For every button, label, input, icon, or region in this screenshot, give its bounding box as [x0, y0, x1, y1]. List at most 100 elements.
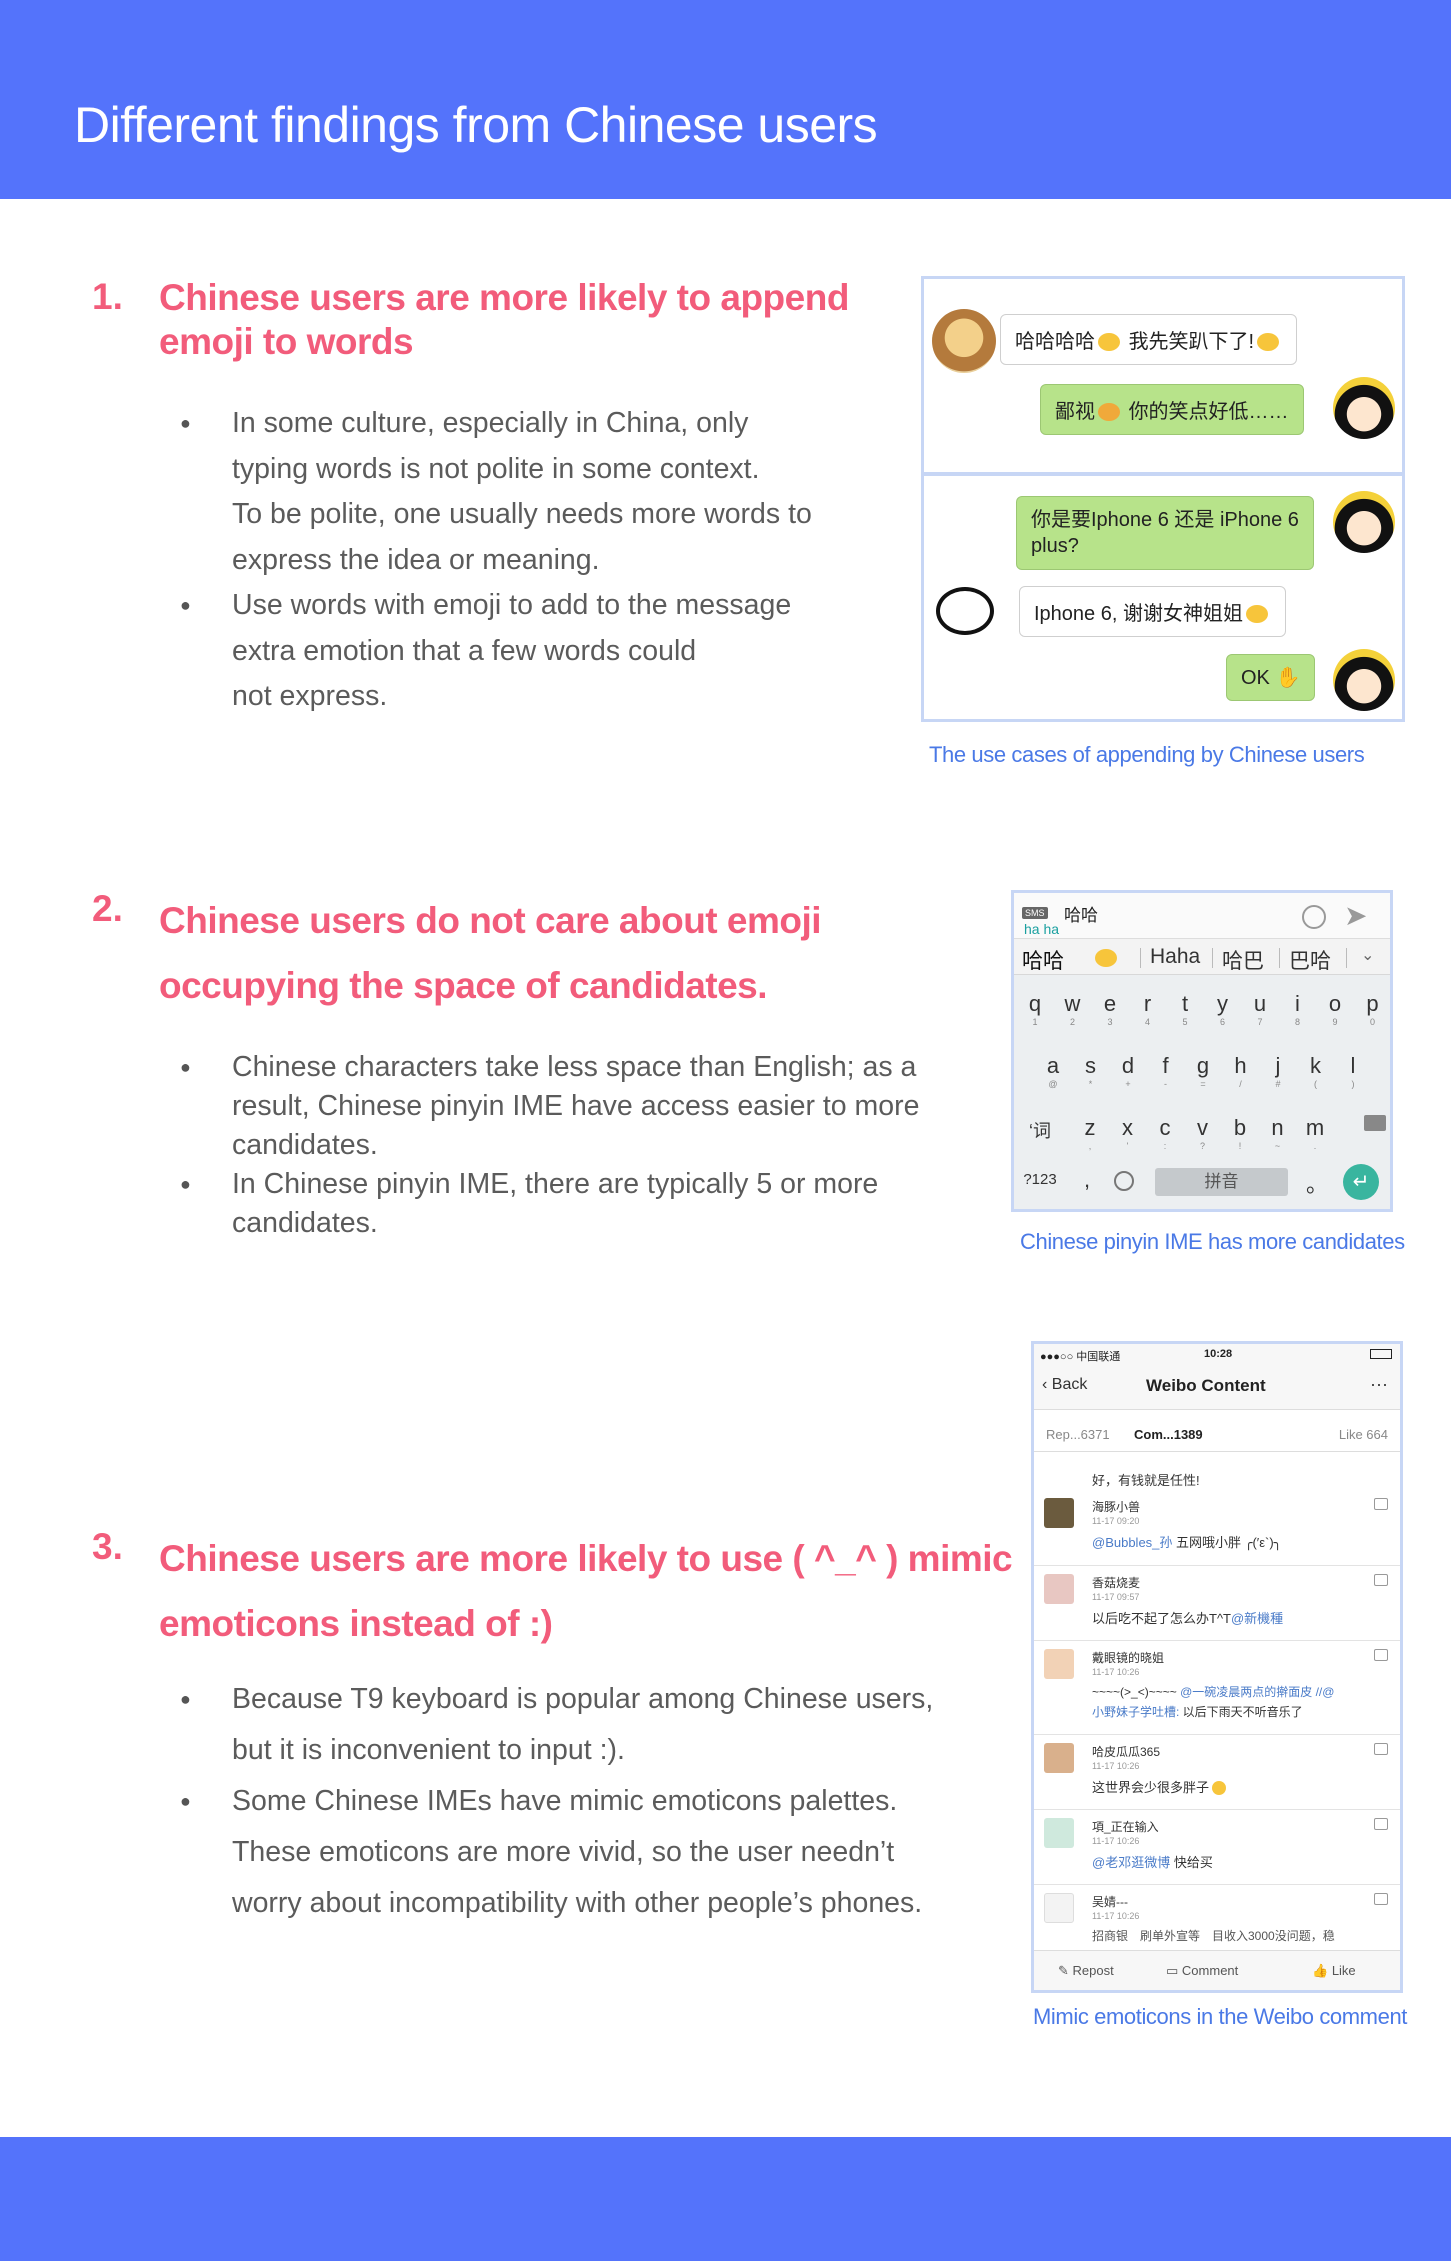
mention-link[interactable]: @老邓逛微博 — [1092, 1855, 1170, 1870]
bullet-line: In Chinese pinyin IME, there are typical… — [232, 1168, 879, 1200]
comment-item[interactable]: 海豚小兽 11-17 09:20 @Bubbles_孙 五网哦小胖 ╭(′ε`)… — [1034, 1490, 1400, 1566]
backspace-icon[interactable] — [1364, 1115, 1386, 1131]
period-key[interactable]: 。 — [1302, 1167, 1332, 1199]
tab-repost[interactable]: Rep...6371 — [1046, 1427, 1110, 1442]
thumbs-up-icon[interactable] — [1374, 1574, 1388, 1586]
section-1-title-line: emoji to words — [159, 321, 414, 362]
thumbs-up-icon[interactable] — [1374, 1743, 1388, 1755]
like-button[interactable]: 👍 Like — [1312, 1963, 1356, 1979]
key-v[interactable]: v — [1188, 1115, 1218, 1141]
laughing-emoji-candidate-icon[interactable] — [1095, 949, 1117, 967]
back-label: Back — [1051, 1376, 1088, 1393]
key-q[interactable]: q — [1020, 991, 1050, 1017]
thumbs-up-icon[interactable] — [1374, 1649, 1388, 1661]
candidate[interactable]: 哈巴 — [1222, 945, 1264, 975]
candidate[interactable]: 巴哈 — [1289, 945, 1331, 975]
thumbs-up-icon[interactable] — [1374, 1893, 1388, 1905]
mention-link[interactable]: 小野妹子学吐槽: — [1092, 1705, 1179, 1719]
key-p[interactable]: p — [1358, 991, 1388, 1017]
repost-button[interactable]: ✎ Repost — [1058, 1963, 1114, 1979]
key-s[interactable]: s — [1076, 1053, 1106, 1079]
chat-text: 你是要Iphone 6 还是 iPhone 6 — [1031, 509, 1299, 531]
key-b[interactable]: b — [1225, 1115, 1255, 1141]
enter-icon[interactable]: ↵ — [1343, 1164, 1379, 1200]
key-hint: , — [1088, 1141, 1092, 1151]
laughing-emoji-icon — [1257, 333, 1280, 351]
key-o[interactable]: o — [1320, 991, 1350, 1017]
comment-text-line-2: 小野妹子学吐槽: 以后下雨天不听音乐了 — [1092, 1703, 1303, 1720]
key-g[interactable]: g — [1188, 1053, 1218, 1079]
mention-link[interactable]: @Bubbles_孙 — [1092, 1535, 1172, 1550]
comment-item[interactable]: 哈皮瓜瓜365 11-17 10:26 这世界会少很多胖子 — [1034, 1735, 1400, 1810]
section-2-title-line: occupying the space of candidates. — [159, 965, 768, 1006]
chat-bubble: 鄙视 你的笑点好低…… — [1040, 384, 1304, 435]
key-r[interactable]: r — [1133, 991, 1163, 1017]
mention-link[interactable]: @新機種 — [1231, 1611, 1283, 1626]
section-1-title-line: Chinese users are more likely to append — [159, 277, 849, 318]
key-y[interactable]: y — [1208, 991, 1238, 1017]
thumbs-up-icon[interactable] — [1374, 1498, 1388, 1510]
chat-text: 你的笑点好低…… — [1128, 401, 1289, 423]
key-u[interactable]: u — [1245, 991, 1275, 1017]
key-x[interactable]: x — [1113, 1115, 1143, 1141]
footer-bar — [0, 2137, 1451, 2261]
comment-item[interactable]: 項_正在输入 11-17 10:26 @老邓逛微博 快给买 — [1034, 1810, 1400, 1885]
key-hint: 9 — [1332, 1017, 1338, 1027]
thumbs-up-icon[interactable] — [1374, 1818, 1388, 1830]
key-hint: 2 — [1069, 1017, 1075, 1027]
key-e[interactable]: e — [1095, 991, 1125, 1017]
key-t[interactable]: t — [1170, 991, 1200, 1017]
comment-item[interactable]: 香菇烧麦 11-17 09:57 以后吃不起了怎么办T^T@新機種 — [1034, 1566, 1400, 1641]
key-z[interactable]: z — [1075, 1115, 1105, 1141]
key-m[interactable]: m — [1300, 1115, 1330, 1141]
panda-face-avatar — [936, 587, 994, 635]
tab-like[interactable]: Like 664 — [1339, 1427, 1388, 1442]
bullet-line: express the idea or meaning. — [232, 543, 600, 576]
comment-text: @Bubbles_孙 五网哦小胖 ╭(′ε`)╮ — [1092, 1532, 1282, 1551]
key-k[interactable]: k — [1301, 1053, 1331, 1079]
key-n[interactable]: n — [1263, 1115, 1293, 1141]
bullet-item: In Chinese pinyin IME, there are typical… — [180, 1165, 919, 1243]
globe-icon[interactable] — [1114, 1171, 1134, 1191]
back-button[interactable]: ‹ Back — [1042, 1376, 1087, 1394]
chevron-down-icon[interactable]: ⌄ — [1361, 945, 1374, 965]
comma-key[interactable]: , — [1072, 1167, 1102, 1193]
key-w[interactable]: w — [1058, 991, 1088, 1017]
key-j[interactable]: j — [1263, 1053, 1293, 1079]
space-key[interactable]: 拼音 — [1155, 1168, 1288, 1196]
separator — [1346, 948, 1347, 968]
chat-bubble: 哈哈哈哈 我先笑趴下了! — [1000, 314, 1298, 365]
key-hint: @ — [1048, 1079, 1058, 1089]
clock-text: 10:28 — [1204, 1348, 1233, 1360]
key-l[interactable]: l — [1338, 1053, 1368, 1079]
shift-key[interactable]: ‘词 — [1020, 1117, 1060, 1143]
tab-comment[interactable]: Com...1389 — [1134, 1427, 1203, 1442]
emoji-icon — [1212, 1781, 1227, 1795]
candidate[interactable]: Haha — [1150, 945, 1200, 969]
weibo-tabs: Rep...6371 Com...1389 Like 664 — [1034, 1418, 1400, 1452]
pinyin-text: ha ha — [1024, 921, 1060, 937]
key-d[interactable]: d — [1113, 1053, 1143, 1079]
emoji-icon[interactable] — [1302, 905, 1326, 929]
chat-text: OK — [1241, 667, 1270, 689]
candidate[interactable]: 哈哈 — [1022, 945, 1064, 975]
numbers-key[interactable]: ?123 — [1020, 1171, 1060, 1188]
section-2-title-line: Chinese users do not care about emoji — [159, 900, 822, 941]
key-c[interactable]: c — [1150, 1115, 1180, 1141]
key-f[interactable]: f — [1151, 1053, 1181, 1079]
key-h[interactable]: h — [1226, 1053, 1256, 1079]
comment-button[interactable]: ▭ Comment — [1166, 1963, 1238, 1979]
comment-item[interactable]: 吴婧--- 11-17 10:26 招商银 刷单外宣等 目收入3000没问题，稳 — [1034, 1885, 1400, 1955]
comment-item[interactable]: 戴眼镜的晓姐 11-17 10:26 ~~~~(>_<)~~~~ @一碗凌晨两点… — [1034, 1641, 1400, 1735]
thumbs-up-icon: 👍 — [1312, 1963, 1329, 1978]
key-a[interactable]: a — [1038, 1053, 1068, 1079]
repost-label: Repost — [1072, 1963, 1114, 1978]
bullet-line: not express. — [232, 680, 388, 712]
shy-emoji-icon — [1245, 605, 1268, 623]
more-icon[interactable]: ··· — [1370, 1374, 1388, 1395]
mention-link[interactable]: @一碗凌晨两点的擀面皮 //@ — [1180, 1685, 1334, 1699]
nav-title: Weibo Content — [1146, 1376, 1266, 1395]
send-icon[interactable]: ➤ — [1344, 899, 1367, 932]
key-i[interactable]: i — [1283, 991, 1313, 1017]
comment-author: 吴婧--- — [1092, 1895, 1128, 1909]
